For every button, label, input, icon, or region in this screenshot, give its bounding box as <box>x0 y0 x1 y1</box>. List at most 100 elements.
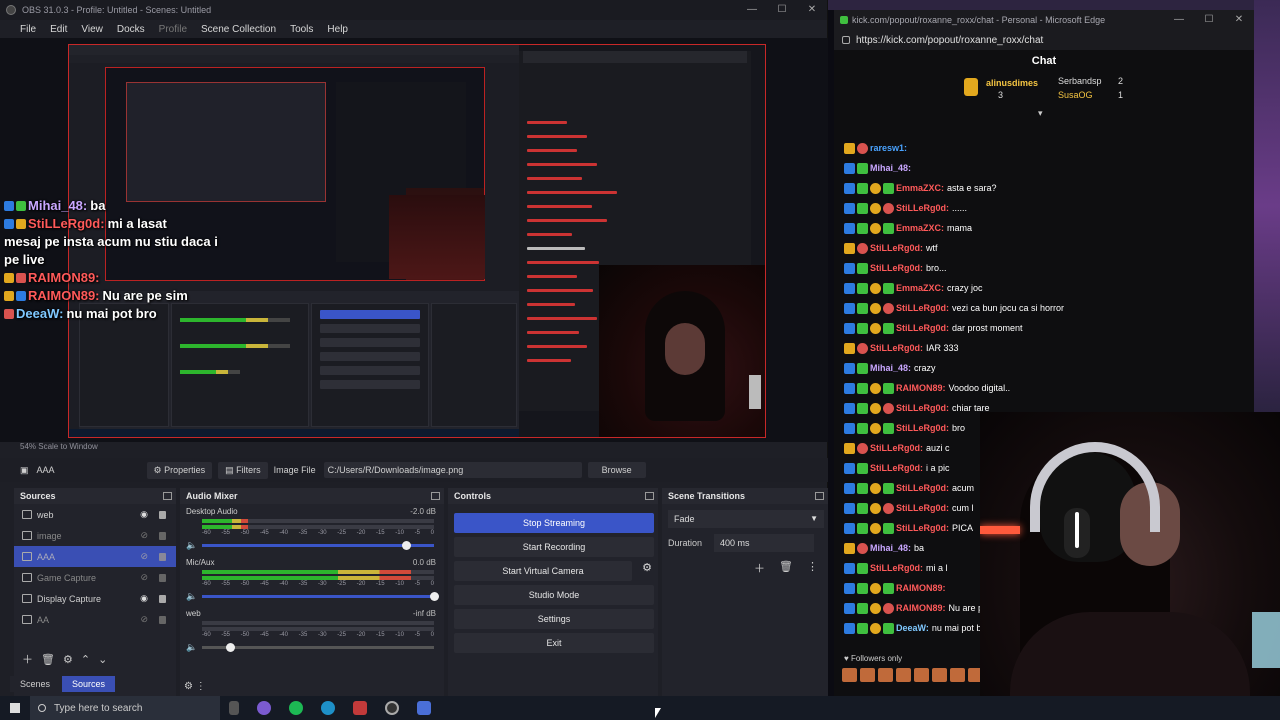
studio-mode-button[interactable]: Studio Mode <box>454 585 654 605</box>
chat-username[interactable]: EmmaZXC: <box>896 223 944 233</box>
duration-input[interactable]: 400 ms <box>714 534 815 552</box>
undock-icon[interactable] <box>815 492 824 500</box>
emote-icon[interactable] <box>896 668 911 682</box>
emote-icon[interactable] <box>932 668 947 682</box>
leader-name[interactable]: Serbandsp <box>1058 76 1102 86</box>
chat-username[interactable]: StiLLeRg0d: <box>896 323 949 333</box>
exit-button[interactable]: Exit <box>454 633 654 653</box>
volume-slider[interactable] <box>202 541 434 550</box>
volume-slider[interactable] <box>202 643 434 652</box>
speaker-icon[interactable]: 🔈 <box>186 591 197 602</box>
emote-icon[interactable] <box>878 668 893 682</box>
browse-button[interactable]: Browse <box>587 462 646 478</box>
settings-button[interactable]: Settings <box>454 609 654 629</box>
obs-preview[interactable]: Mihai_48: ba StiLLeRg0d: mi a lasat mesaj … <box>0 38 828 442</box>
start-button[interactable] <box>0 696 30 720</box>
eye-icon[interactable]: ◉ <box>140 509 148 520</box>
close-icon[interactable]: ✕ <box>1224 10 1254 30</box>
minimize-icon[interactable]: — <box>1164 10 1194 30</box>
chat-username[interactable]: StiLLeRg0d: <box>896 303 949 313</box>
address-bar[interactable]: https://kick.com/popout/roxanne_roxx/cha… <box>834 30 1254 50</box>
eye-icon[interactable]: ◉ <box>140 593 148 604</box>
chat-username[interactable]: DeeaW: <box>896 623 929 633</box>
eye-hidden-icon[interactable]: ⊘ <box>140 614 148 625</box>
chat-username[interactable]: StiLLeRg0d: <box>896 423 949 433</box>
source-item-display-capture[interactable]: Display Capture ◉ <box>14 588 176 609</box>
eye-hidden-icon[interactable]: ⊘ <box>140 530 148 541</box>
close-icon[interactable]: ✕ <box>797 0 827 20</box>
emote-icon[interactable] <box>950 668 965 682</box>
leader-name[interactable]: alinusdimes <box>986 78 1038 88</box>
trash-icon[interactable]: 🗑 <box>779 560 793 576</box>
chat-username[interactable]: StiLLeRg0d: <box>896 483 949 493</box>
more-icon[interactable]: ⋮ <box>196 681 206 692</box>
spotify-icon[interactable] <box>289 701 303 715</box>
source-item-image[interactable]: image ⊘ <box>14 525 176 546</box>
emote-icon[interactable] <box>860 668 875 682</box>
chat-username[interactable]: Mihai_48: <box>870 363 911 373</box>
chat-username[interactable]: Mihai_48: <box>870 543 911 553</box>
taskbar-search[interactable]: Type here to search <box>30 696 220 720</box>
emote-icon[interactable] <box>914 668 929 682</box>
chevron-down-icon[interactable]: ▾ <box>1038 108 1043 119</box>
undock-icon[interactable] <box>645 492 654 500</box>
more-icon[interactable]: ⋮ <box>807 560 818 576</box>
source-item-aa[interactable]: AA ⊘ <box>14 609 176 630</box>
obs-icon[interactable] <box>385 701 399 715</box>
source-item-aaa[interactable]: AAA ⊘ <box>14 546 176 567</box>
chat-username[interactable]: StiLLeRg0d: <box>870 263 923 273</box>
app-icon[interactable] <box>257 701 271 715</box>
chat-username[interactable]: EmmaZXC: <box>896 283 944 293</box>
preview-scale-label[interactable]: 54% Scale to Window <box>20 442 98 451</box>
tab-scenes[interactable]: Scenes <box>10 676 61 692</box>
menu-help[interactable]: Help <box>327 24 348 35</box>
chat-username[interactable]: StiLLeRg0d: <box>870 243 923 253</box>
virtual-camera-settings-icon[interactable]: ⚙ <box>642 561 652 574</box>
app-icon[interactable] <box>417 701 431 715</box>
chat-username[interactable]: StiLLeRg0d: <box>896 203 949 213</box>
maximize-icon[interactable]: ☐ <box>767 0 797 20</box>
trash-icon[interactable]: 🗑 <box>41 653 55 666</box>
chat-username[interactable]: raresw1: <box>870 143 907 153</box>
chat-username[interactable]: RAIMON89: <box>896 583 946 593</box>
chat-username[interactable]: StiLLeRg0d: <box>870 563 923 573</box>
undock-icon[interactable] <box>163 492 172 500</box>
gear-icon[interactable]: ⚙ <box>184 681 193 692</box>
transition-select[interactable]: Fade ▼ <box>668 510 824 528</box>
undock-icon[interactable] <box>431 492 440 500</box>
add-icon[interactable]: ＋ <box>754 560 765 576</box>
lock-icon[interactable] <box>159 615 166 624</box>
start-virtual-camera-button[interactable]: Start Virtual Camera <box>454 561 632 581</box>
chat-username[interactable]: StiLLeRg0d: <box>896 523 949 533</box>
emote-icon[interactable] <box>842 668 857 682</box>
lock-icon[interactable] <box>159 510 166 519</box>
add-icon[interactable]: ＋ <box>22 651 33 667</box>
chat-username[interactable]: RAIMON89: <box>896 603 946 613</box>
menu-profile[interactable]: Profile <box>159 24 187 35</box>
move-down-icon[interactable]: ⌄ <box>98 653 107 666</box>
menu-edit[interactable]: Edit <box>50 24 67 35</box>
url-text[interactable]: https://kick.com/popout/roxanne_roxx/cha… <box>856 35 1043 46</box>
chat-username[interactable]: StiLLeRg0d: <box>870 343 923 353</box>
menu-scene-collection[interactable]: Scene Collection <box>201 24 276 35</box>
menu-view[interactable]: View <box>81 24 103 35</box>
image-path-field[interactable]: C:/Users/R/Downloads/image.png <box>323 462 582 478</box>
gear-icon[interactable]: ⚙ <box>63 653 73 666</box>
lock-icon[interactable] <box>159 531 166 540</box>
chat-username[interactable]: StiLLeRg0d: <box>870 463 923 473</box>
leader-name[interactable]: SusaOG <box>1058 90 1093 100</box>
lock-icon[interactable] <box>159 594 166 603</box>
volume-slider[interactable] <box>202 592 439 601</box>
chat-username[interactable]: StiLLeRg0d: <box>896 503 949 513</box>
speaker-icon[interactable]: 🔈 <box>186 540 197 551</box>
speaker-icon[interactable]: 🔈 <box>186 642 197 653</box>
stop-streaming-button[interactable]: Stop Streaming <box>454 513 654 533</box>
app-icon[interactable] <box>353 701 367 715</box>
eye-hidden-icon[interactable]: ⊘ <box>140 572 148 583</box>
start-recording-button[interactable]: Start Recording <box>454 537 654 557</box>
chat-username[interactable]: StiLLeRg0d: <box>896 403 949 413</box>
eye-hidden-icon[interactable]: ⊘ <box>140 551 148 562</box>
tab-sources[interactable]: Sources <box>62 676 116 692</box>
lock-icon[interactable] <box>159 552 166 561</box>
edge-icon[interactable] <box>321 701 335 715</box>
